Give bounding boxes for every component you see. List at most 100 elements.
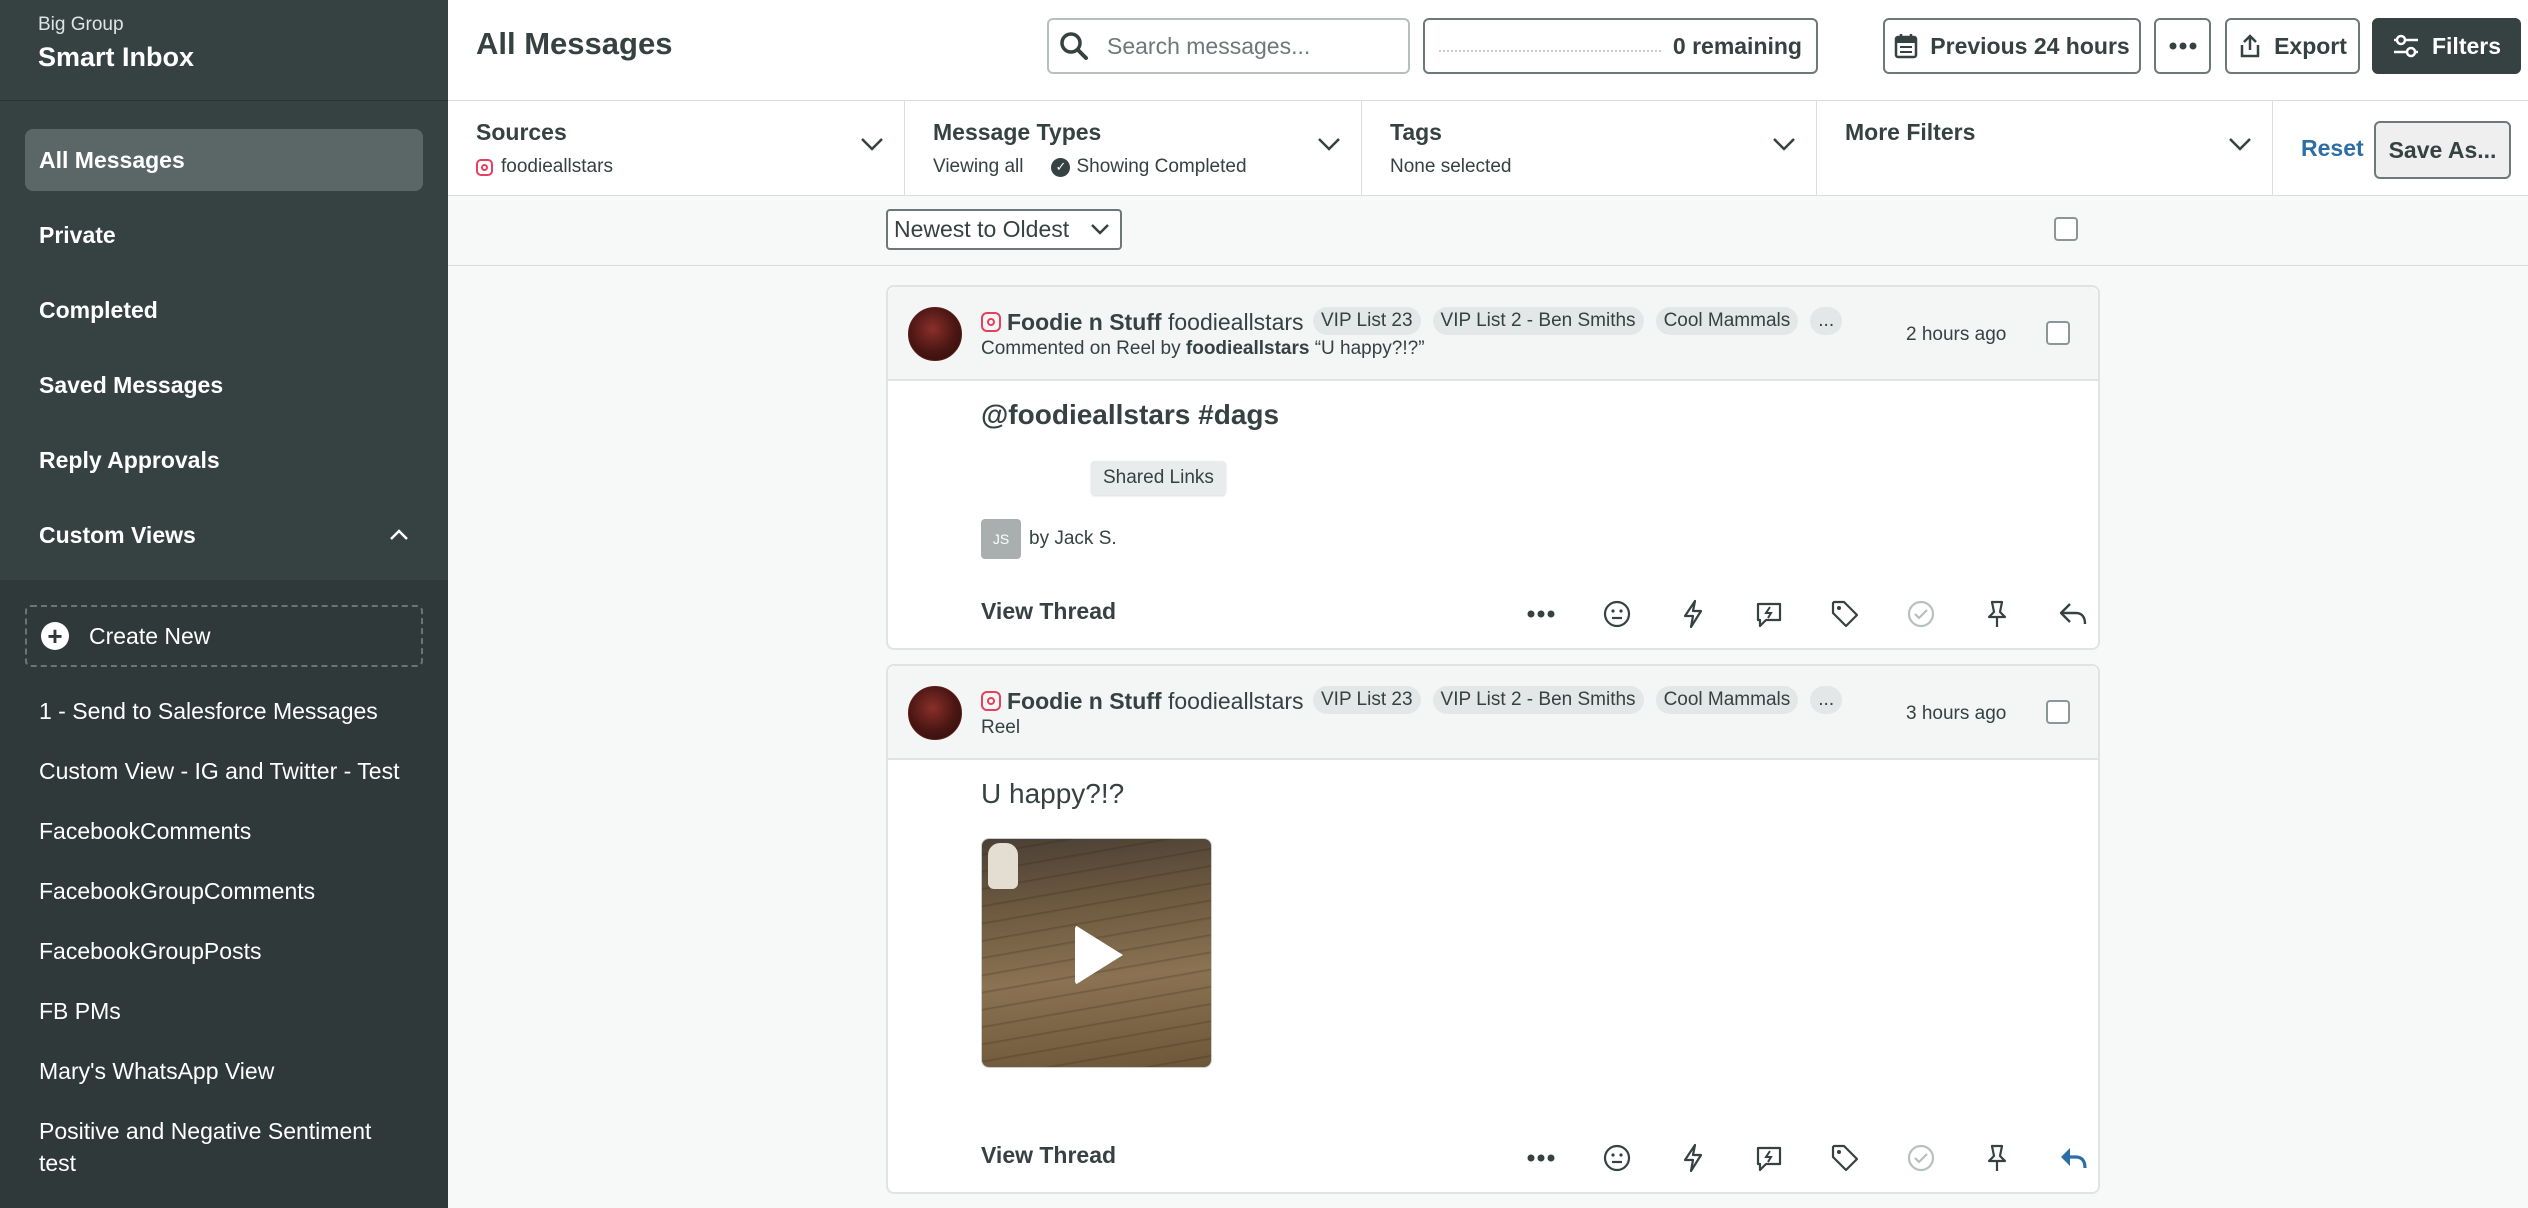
sentiment-button[interactable] (1579, 1138, 1655, 1178)
internal-note-button[interactable] (1731, 1138, 1807, 1178)
tag-chip[interactable]: Cool Mammals (1655, 307, 1799, 335)
chevron-up-icon (390, 529, 408, 540)
save-as-button[interactable]: Save As... (2374, 121, 2511, 179)
custom-views-toggle[interactable]: Custom Views (25, 504, 423, 566)
avatar[interactable] (908, 686, 962, 740)
group-name: Big Group (38, 14, 124, 35)
custom-view-item[interactable]: FacebookGroupPosts (25, 921, 423, 981)
complete-icon (1907, 1144, 1935, 1172)
check-circle-icon: ✓ (1051, 157, 1071, 177)
filter-message-types-value: Viewing all (933, 156, 1024, 177)
custom-view-item[interactable]: FacebookGroupComments (25, 861, 423, 921)
tag-chip[interactable]: VIP List 2 - Ben Smiths (1432, 686, 1644, 714)
tag-list: VIP List 23 VIP List 2 - Ben Smiths Cool… (1313, 686, 1843, 714)
message-icon (1756, 602, 1782, 628)
custom-view-item[interactable]: Mary's WhatsApp View (25, 1041, 423, 1101)
reset-filters-link[interactable]: Reset (2301, 135, 2364, 162)
pin-icon (1987, 1144, 2007, 1171)
pin-button[interactable] (1959, 1138, 2035, 1178)
message-checkbox[interactable] (2046, 321, 2070, 345)
sentiment-button[interactable] (1579, 594, 1655, 634)
more-actions-button[interactable] (1503, 594, 1579, 634)
custom-view-item[interactable]: FB PMs (25, 981, 423, 1041)
tag-chip[interactable]: VIP List 23 (1313, 307, 1421, 335)
date-range-label: Previous 24 hours (1930, 32, 2130, 59)
tag-chip[interactable]: VIP List 23 (1313, 686, 1421, 714)
tag-chip[interactable]: Cool Mammals (1655, 686, 1799, 714)
search-box[interactable] (1047, 18, 1410, 74)
filter-tags-value: None selected (1390, 156, 1512, 177)
top-bar: All Messages 0 remaining Previous 24 hou… (448, 0, 2528, 101)
more-actions-button[interactable] (1503, 1138, 1579, 1178)
filter-tags[interactable]: Tags None selected (1362, 101, 1817, 196)
pin-button[interactable] (1959, 594, 2035, 634)
sender-handle: foodieallstars (1168, 309, 1304, 335)
filter-bar: Sources foodieallstars Message Types Vie… (448, 101, 2528, 196)
search-input[interactable] (1107, 32, 1387, 60)
filter-sources[interactable]: Sources foodieallstars (448, 101, 905, 196)
reply-icon (2059, 603, 2087, 625)
filter-message-types[interactable]: Message Types Viewing all ✓ Showing Comp… (905, 101, 1362, 196)
custom-view-item[interactable]: 1 - Send to Salesforce Messages (25, 681, 423, 741)
export-icon (2240, 34, 2260, 58)
sidebar-item-label: Saved Messages (39, 371, 224, 398)
message-actions (1503, 594, 2111, 634)
reply-button[interactable] (2035, 1138, 2111, 1178)
sidebar-title: Smart Inbox (38, 42, 195, 72)
filter-more[interactable]: More Filters (1817, 101, 2273, 196)
video-thumbnail[interactable] (981, 838, 1212, 1068)
author-name: by Jack S. (1029, 528, 1117, 549)
message-header: Foodie n Stuff foodieallstars VIP List 2… (888, 666, 2098, 760)
view-thread-link[interactable]: View Thread (981, 1142, 1116, 1169)
tag-chip[interactable]: VIP List 2 - Ben Smiths (1432, 307, 1644, 335)
sidebar-nav: All Messages Private Completed Saved Mes… (0, 101, 448, 566)
sender-name[interactable]: Foodie n Stuff (1007, 309, 1162, 336)
sidebar-item-all-messages[interactable]: All Messages (25, 129, 423, 191)
view-thread-link[interactable]: View Thread (981, 598, 1116, 625)
instagram-icon (476, 158, 493, 176)
quick-action-button[interactable] (1655, 1138, 1731, 1178)
sort-select[interactable]: Newest to Oldest (886, 209, 1122, 250)
search-icon (1060, 32, 1088, 60)
filters-icon (2393, 34, 2418, 58)
custom-view-item[interactable]: Custom View - IG and Twitter - Test (25, 741, 423, 801)
message-text: @foodieallstars #dags (981, 399, 1280, 430)
chevron-down-icon (2229, 138, 2251, 151)
quick-action-button[interactable] (1655, 594, 1731, 634)
sidebar-item-completed[interactable]: Completed (25, 279, 423, 341)
sidebar-item-label: Reply Approvals (39, 446, 220, 473)
export-button[interactable]: Export (2225, 18, 2360, 74)
date-range-button[interactable]: Previous 24 hours (1883, 18, 2141, 74)
export-label: Export (2274, 32, 2347, 59)
instagram-icon (981, 691, 1001, 711)
reply-button[interactable] (2035, 594, 2111, 634)
internal-note-button[interactable] (1731, 594, 1807, 634)
custom-view-item[interactable]: Positive and Negative Sentiment test (25, 1101, 423, 1193)
more-options-button[interactable] (2154, 18, 2211, 74)
sidebar-item-reply-approvals[interactable]: Reply Approvals (25, 429, 423, 491)
sender-name[interactable]: Foodie n Stuff (1007, 688, 1162, 715)
tag-icon (1831, 600, 1859, 628)
create-new-view-button[interactable]: + Create New (25, 605, 423, 667)
complete-button[interactable] (1883, 1138, 1959, 1178)
sidebar-item-private[interactable]: Private (25, 204, 423, 266)
message-checkbox[interactable] (2046, 700, 2070, 724)
sort-row: Newest to Oldest (448, 196, 2528, 266)
message-icon (1756, 1146, 1782, 1172)
author-initials-avatar: JS (981, 519, 1021, 559)
message-context: Reel (981, 717, 1021, 738)
tag-button[interactable] (1807, 1138, 1883, 1178)
complete-button[interactable] (1883, 594, 1959, 634)
tag-overflow[interactable]: ... (1810, 307, 1843, 335)
filter-message-types-title: Message Types (933, 119, 1102, 145)
remaining-counter: 0 remaining (1423, 18, 1818, 74)
sidebar-item-saved-messages[interactable]: Saved Messages (25, 354, 423, 416)
avatar[interactable] (908, 307, 962, 361)
select-all-checkbox[interactable] (2054, 217, 2078, 241)
filters-label: Filters (2431, 32, 2502, 59)
play-icon[interactable] (1075, 925, 1123, 985)
filters-button[interactable]: Filters (2372, 18, 2521, 74)
tag-button[interactable] (1807, 594, 1883, 634)
custom-view-item[interactable]: FacebookComments (25, 801, 423, 861)
tag-overflow[interactable]: ... (1810, 686, 1843, 714)
